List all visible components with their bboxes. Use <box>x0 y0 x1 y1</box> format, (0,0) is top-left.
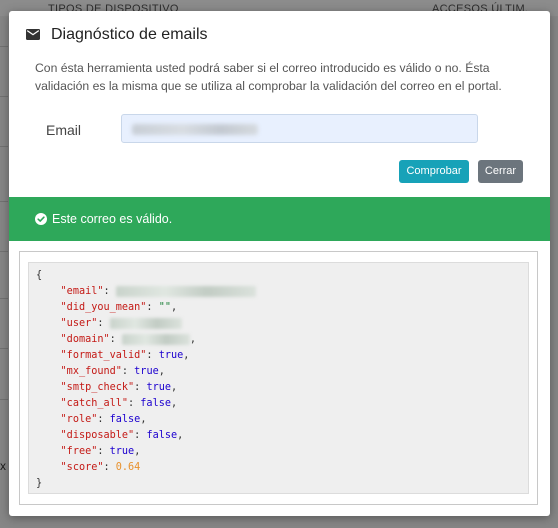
json-value: "" <box>158 302 171 313</box>
json-key: "mx_found" <box>60 366 122 377</box>
redacted-value <box>121 333 190 345</box>
json-field-domain: "domain": , <box>60 333 197 345</box>
json-close-brace: } <box>36 478 43 489</box>
json-key: "user" <box>60 318 98 329</box>
json-key: "role" <box>60 414 98 425</box>
close-button[interactable]: Cerrar <box>478 160 523 183</box>
json-field-disposable: "disposable": false, <box>60 430 184 441</box>
json-key: "catch_all" <box>60 398 129 409</box>
json-field-role: "role": false, <box>60 414 147 425</box>
success-alert: Este correo es válido. <box>9 197 550 241</box>
json-field-user: "user": <box>36 316 182 332</box>
email-label: Email <box>46 122 82 138</box>
json-open-brace: { <box>36 270 43 281</box>
email-input[interactable] <box>121 114 478 143</box>
json-field-catch-all: "catch_all": false, <box>60 398 178 409</box>
json-result: { "email": "did_you_mean": "", "user": "… <box>28 262 529 494</box>
json-key: "email" <box>60 286 104 297</box>
json-field-score: "score": 0.64 <box>60 462 141 473</box>
json-key: "format_valid" <box>60 350 147 361</box>
redacted-value <box>109 317 182 329</box>
json-key: "disposable" <box>60 430 135 441</box>
redacted-email-value <box>132 124 258 135</box>
check-circle-icon <box>35 213 47 225</box>
json-field-format-valid: "format_valid": true, <box>60 350 190 361</box>
json-field-email: "email": <box>36 284 256 300</box>
json-value: 0.64 <box>115 462 141 473</box>
modal-description: Con ésta herramienta usted podrá saber s… <box>35 61 502 93</box>
redacted-value <box>115 285 256 297</box>
json-value: true <box>146 382 171 393</box>
json-key: "smtp_check" <box>60 382 135 393</box>
json-value: false <box>140 398 171 409</box>
json-field-mx-found: "mx_found": true, <box>60 366 165 377</box>
alert-message: Este correo es válido. <box>52 212 173 226</box>
json-value: true <box>158 350 184 361</box>
result-panel: { "email": "did_you_mean": "", "user": "… <box>19 251 538 505</box>
json-value: false <box>146 430 178 441</box>
json-field-free: "free": true, <box>60 446 141 457</box>
json-value: false <box>109 414 141 425</box>
json-key: "domain" <box>60 334 110 345</box>
check-button[interactable]: Comprobar <box>399 160 469 183</box>
json-field-smtp-check: "smtp_check": true, <box>60 382 178 393</box>
json-field-did-you-mean: "did_you_mean": "", <box>60 302 178 313</box>
json-value: true <box>134 366 159 377</box>
json-key: "score" <box>60 462 104 473</box>
email-diagnostic-modal: Diagnóstico de emails Con ésta herramien… <box>9 11 550 516</box>
json-key: "did_you_mean" <box>60 302 147 313</box>
modal-title: Diagnóstico de emails <box>51 26 208 43</box>
modal-header: Diagnóstico de emails <box>9 11 550 57</box>
envelope-icon <box>26 29 40 40</box>
json-value: true <box>109 446 135 457</box>
json-key: "free" <box>60 446 98 457</box>
